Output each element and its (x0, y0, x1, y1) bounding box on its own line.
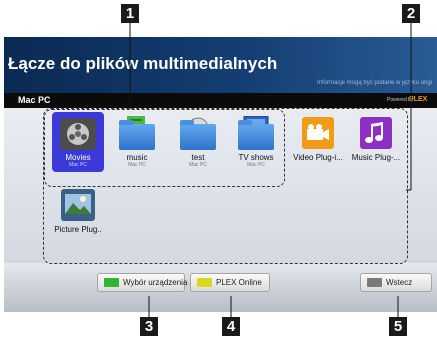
plex-online-button[interactable]: PLEX Online (190, 273, 270, 292)
callout-4: 4 (222, 317, 240, 336)
back-label: Wstecz (386, 278, 413, 287)
info-text: Informacje mogą być podane w języku angi (317, 80, 433, 86)
plex-online-label: PLEX Online (216, 278, 262, 287)
page-title: Łącze do plików multimedialnych (8, 54, 278, 73)
bottom-bar: Wybór urządzenia PLEX Online Wstecz (4, 263, 437, 312)
back-key-icon (367, 278, 382, 287)
callout-5: 5 (389, 317, 407, 336)
header: Łącze do plików multimedialnych Informac… (4, 37, 437, 93)
source-bar: Mac PC Powered by PLEX (4, 93, 437, 108)
device-select-label: Wybór urządzenia (123, 278, 188, 287)
source-label: Mac PC (18, 95, 51, 105)
device-select-button[interactable]: Wybór urządzenia (97, 273, 188, 292)
plugin-group-outline (43, 108, 408, 264)
callout-1: 1 (121, 4, 139, 23)
plex-logo: PLEX (409, 96, 428, 103)
callout-2: 2 (402, 4, 420, 23)
back-button[interactable]: Wstecz (360, 273, 432, 292)
callout-3: 3 (140, 317, 158, 336)
green-key-icon (104, 278, 119, 287)
yellow-key-icon (197, 278, 212, 287)
